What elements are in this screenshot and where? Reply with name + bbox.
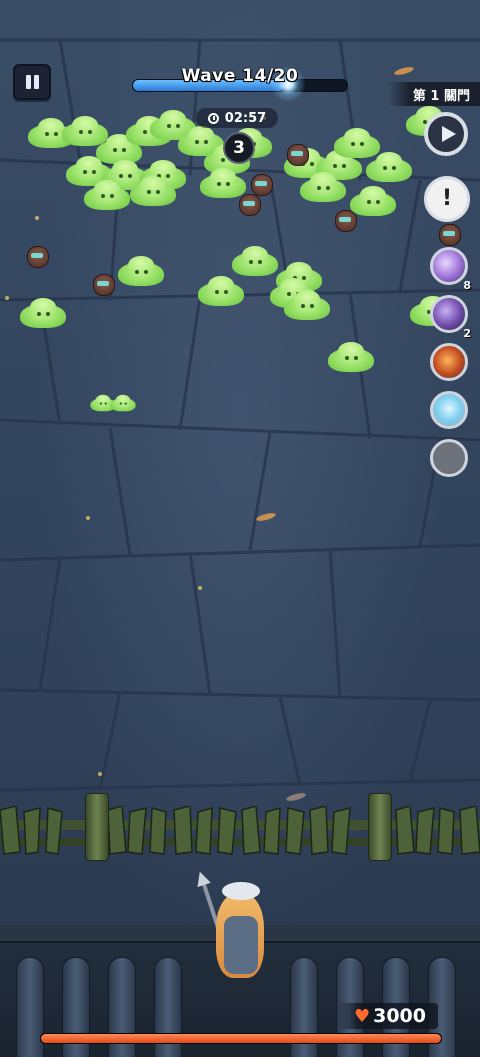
firefly-particle <box>198 586 202 590</box>
game-stage[interactable]: Wave 14/20 02:57 3 第 1 關門 ! 8 2 ♥ 3000 <box>0 0 480 1057</box>
burst-icon: ! <box>441 186 453 211</box>
ultimate-skill-button[interactable]: ! <box>424 176 470 222</box>
slime-enemy <box>328 342 374 372</box>
slime-enemy <box>198 276 244 306</box>
skill-slot-fire-orb[interactable] <box>430 343 468 381</box>
goblin-enemy <box>438 220 461 246</box>
firefly-particle <box>35 216 39 220</box>
bamboo-fence <box>0 806 480 855</box>
firefly-particle <box>98 772 102 776</box>
fence-post-left <box>85 793 109 861</box>
goblin-enemy <box>92 270 115 296</box>
player-hp-bar <box>40 1033 442 1044</box>
firefly-particle <box>86 516 90 520</box>
player-hero[interactable] <box>199 876 282 988</box>
goblin-enemy <box>26 242 49 268</box>
firefly-particle <box>5 296 9 300</box>
roof-tile <box>16 957 44 1057</box>
pause-button[interactable] <box>13 64 51 100</box>
skill-level: 2 <box>463 327 471 340</box>
goblin-enemy <box>286 140 309 166</box>
goblin-enemy <box>334 206 357 232</box>
remaining-count-badge: 3 <box>223 132 255 164</box>
goblin-enemy <box>250 170 273 196</box>
hero-cape <box>224 916 258 974</box>
slime-enemy <box>20 298 66 328</box>
heart-icon: ♥ <box>353 1005 371 1027</box>
slime-enemy <box>284 290 330 320</box>
player-hp-display: ♥ 3000 <box>338 1003 438 1029</box>
wave-counter: Wave 14/20 <box>181 66 299 86</box>
gate-label: 第 1 關門 <box>388 82 480 106</box>
slime-enemy <box>350 186 396 216</box>
slime-enemy <box>300 172 346 202</box>
hp-text: 3000 <box>373 1005 426 1027</box>
skill-level: 8 <box>463 279 471 292</box>
slime-enemy <box>232 246 278 276</box>
skill-slot-empty[interactable] <box>430 439 468 477</box>
skill-slot-violet-blade[interactable]: 2 <box>430 295 471 340</box>
slime-enemy <box>366 152 412 182</box>
skill-slot-ice-shard[interactable] <box>430 391 468 429</box>
speed-play-button[interactable] <box>424 112 468 156</box>
timer-text: 02:57 <box>224 110 267 126</box>
slime-enemy <box>130 176 176 206</box>
stage-timer: 02:57 <box>196 108 278 128</box>
hero-hat <box>222 882 260 900</box>
player-hp-fill <box>41 1034 441 1043</box>
slime-enemy-small <box>110 394 136 412</box>
slime-enemy <box>84 180 130 210</box>
slime-enemy <box>118 256 164 286</box>
fence-post-right <box>368 793 392 861</box>
skill-slot-purple-wing[interactable]: 8 <box>430 247 471 292</box>
clock-icon <box>207 112 219 124</box>
